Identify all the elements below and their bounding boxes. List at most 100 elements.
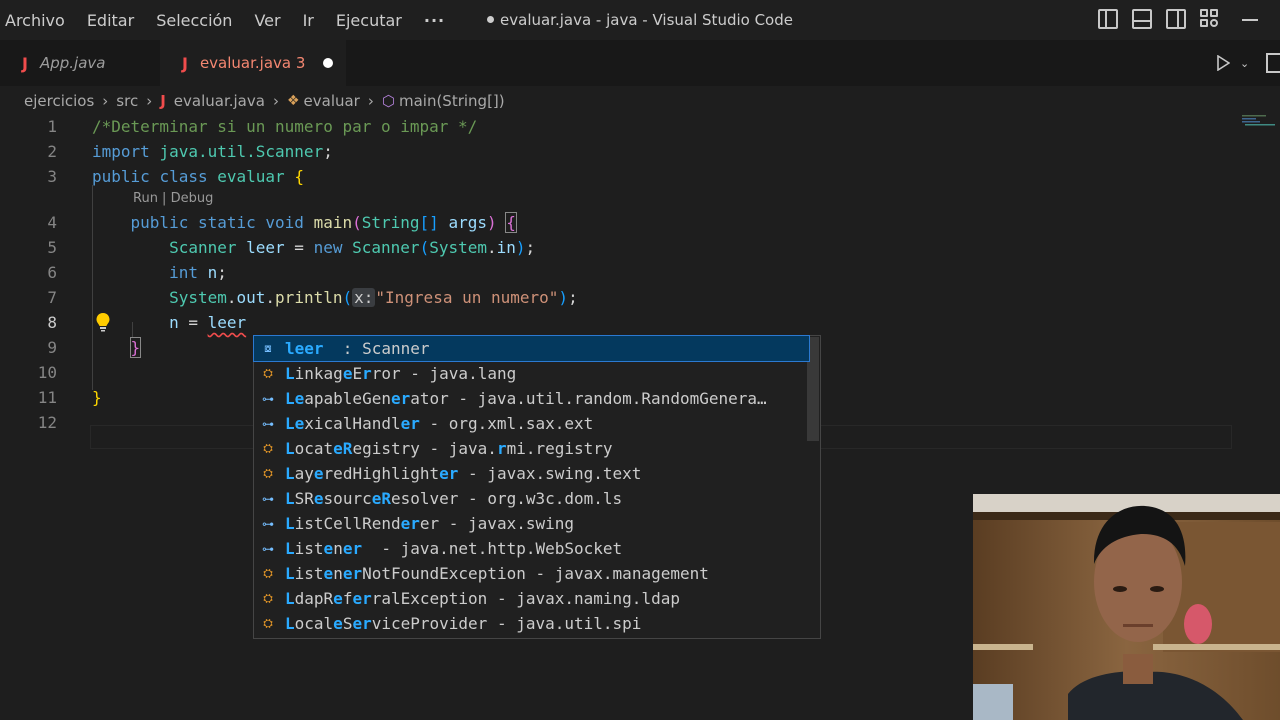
unsaved-dot-icon [487, 16, 495, 23]
code-brace: } [92, 388, 102, 407]
code-param: args [448, 213, 487, 232]
suggestion-text: ralException - javax.naming.ldap [371, 589, 680, 608]
java-icon: J [160, 92, 166, 110]
code-line-11: } [92, 388, 102, 407]
suggestion-text: NotFoundException - javax.management [362, 564, 709, 583]
tab-app-java[interactable]: J App.java [0, 40, 160, 86]
match-highlight: L [285, 514, 295, 533]
match-highlight: e [323, 539, 334, 558]
suggestion-label: LocaleServiceProvider - java.util.spi [285, 614, 641, 633]
minimize-window-icon[interactable] [1242, 19, 1258, 21]
code-variable: n [169, 313, 179, 332]
menu-ver[interactable]: Ver [243, 11, 291, 30]
menu-ir[interactable]: Ir [292, 11, 325, 30]
code-paren: ( [352, 213, 362, 232]
code-method: println [275, 288, 343, 307]
suggestion-text: er - javax.swing [419, 514, 574, 533]
line-number: 9 [47, 338, 57, 357]
chevron-right-icon: › [367, 92, 374, 110]
code-type: Scanner [169, 238, 237, 257]
match-highlight: L [285, 489, 295, 508]
suggestion-label: ListCellRenderer - javax.swing [285, 514, 574, 533]
tab-label: App.java [39, 54, 106, 72]
suggestion-item[interactable]: ⛭ LayeredHighlighter - javax.swing.text [254, 461, 809, 486]
suggestion-item[interactable]: ⛭ LdapReferralException - javax.naming.ld… [254, 586, 809, 611]
suggestion-item[interactable]: ⊶ LeapableGenerator - java.util.random.Ra… [254, 386, 809, 411]
code-keyword: class [159, 167, 208, 186]
chevron-right-icon: › [272, 92, 279, 110]
class-icon: ⛭ [263, 466, 273, 480]
code-line-1: /*Determinar si un numero par o impar */ [92, 117, 477, 136]
class-icon: ❖ [286, 93, 300, 109]
line-number: 11 [37, 388, 57, 407]
match-highlight: e [333, 614, 343, 633]
suggestion-item[interactable]: ⊶ Listener - java.net.http.WebSocket [254, 536, 809, 561]
menu-bar: Archivo Editar Selección Ver Ir Ejecutar… [0, 0, 456, 40]
match-highlight: Le [285, 389, 305, 408]
toggle-panel-icon[interactable] [1132, 9, 1152, 29]
suggestion-item[interactable]: ⊶ LSResourceResolver - org.w3c.dom.ls [254, 486, 809, 511]
java-icon: J [182, 53, 188, 73]
menu-more[interactable]: ··· [413, 11, 456, 30]
suggestion-item[interactable]: ⊶ LexicalHandler - org.xml.sax.ext [254, 411, 809, 436]
chevron-down-icon[interactable]: ⌄ [1240, 57, 1249, 70]
suggestion-text: mi.registry [506, 439, 613, 458]
breadcrumb-class[interactable]: evaluar [304, 92, 360, 110]
line-number: 2 [47, 142, 57, 161]
menu-ejecutar[interactable]: Ejecutar [325, 11, 413, 30]
split-editor-icon[interactable] [1266, 53, 1280, 73]
menu-seleccion[interactable]: Selección [145, 11, 243, 30]
code-variable-error: leer [207, 313, 247, 332]
suggestion-text: viceProvider - java.util.spi [371, 614, 642, 633]
menu-archivo[interactable]: Archivo [0, 11, 76, 30]
breadcrumb-src[interactable]: src [116, 92, 138, 110]
toggle-secondary-sidebar-icon[interactable] [1166, 9, 1186, 29]
suggestion-item[interactable]: ⧇ leer : Scanner [253, 335, 810, 362]
suggestion-text: : Scanner [323, 339, 430, 358]
tab-label: evaluar.java 3 [199, 54, 306, 72]
code-line-6: int n; [92, 263, 227, 282]
suggestion-item[interactable]: ⛭ ListenerNotFoundException - javax.manag… [254, 561, 809, 586]
class-icon: ⛭ [263, 616, 273, 630]
suggestion-text: apableGen [304, 389, 391, 408]
class-icon: ⛭ [263, 366, 273, 380]
suggestion-label: LayeredHighlighter - javax.swing.text [285, 464, 641, 483]
code-line-3: public class evaluar { [92, 167, 304, 186]
interface-icon: ⊶ [262, 541, 274, 556]
suggestion-text: ist [294, 564, 324, 583]
code-punct: ; [525, 238, 536, 257]
breadcrumb-folder[interactable]: ejercicios [24, 92, 94, 110]
suggestion-item[interactable]: ⛭ LocaleServiceProvider - java.util.spi [254, 611, 809, 636]
minimap[interactable] [1240, 114, 1278, 128]
suggestion-text: n [333, 539, 343, 558]
suggest-widget[interactable]: ⧇ leer : Scanner ⛭ LinkageError - java.lang… [253, 335, 821, 639]
match-highlight: e [323, 564, 334, 583]
breadcrumb-method[interactable]: main(String[]) [399, 92, 505, 110]
webcam-overlay [973, 494, 1280, 720]
suggestion-item[interactable]: ⛭ LinkageError - java.lang [254, 361, 809, 386]
menu-editar[interactable]: Editar [76, 11, 145, 30]
code-paren: ) [515, 238, 526, 257]
suggestion-text: ocat [294, 439, 334, 458]
toggle-primary-sidebar-icon[interactable] [1098, 9, 1118, 29]
suggestion-item[interactable]: ⊶ ListCellRenderer - javax.swing [254, 511, 809, 536]
modified-dot-icon[interactable] [323, 58, 334, 68]
customize-layout-icon[interactable] [1200, 9, 1220, 29]
match-highlight: L [285, 464, 295, 483]
suggestion-text: ay [294, 464, 314, 483]
inlay-hint: x: [352, 288, 376, 307]
suggestion-label: LdapReferralException - javax.naming.lda… [285, 589, 680, 608]
breadcrumb-file[interactable]: evaluar.java [174, 92, 265, 110]
match-highlight: eR [371, 489, 391, 508]
suggestion-text: n [333, 564, 343, 583]
suggestion-text: - org.xml.sax.ext [419, 414, 594, 433]
codelens-run-debug[interactable]: Run | Debug [133, 191, 213, 206]
tab-evaluar-java[interactable]: J evaluar.java 3 [160, 40, 346, 86]
code-bracket: [] [419, 213, 439, 232]
suggestion-item[interactable]: ⛭ LocateRegistry - java.rmi.registry [254, 436, 809, 461]
match-highlight: er [439, 464, 459, 483]
code-paren: ( [419, 238, 430, 257]
run-java-icon[interactable] [1216, 55, 1230, 71]
code-variable: leer [246, 238, 285, 257]
code-line-8: n = leer [92, 313, 246, 332]
